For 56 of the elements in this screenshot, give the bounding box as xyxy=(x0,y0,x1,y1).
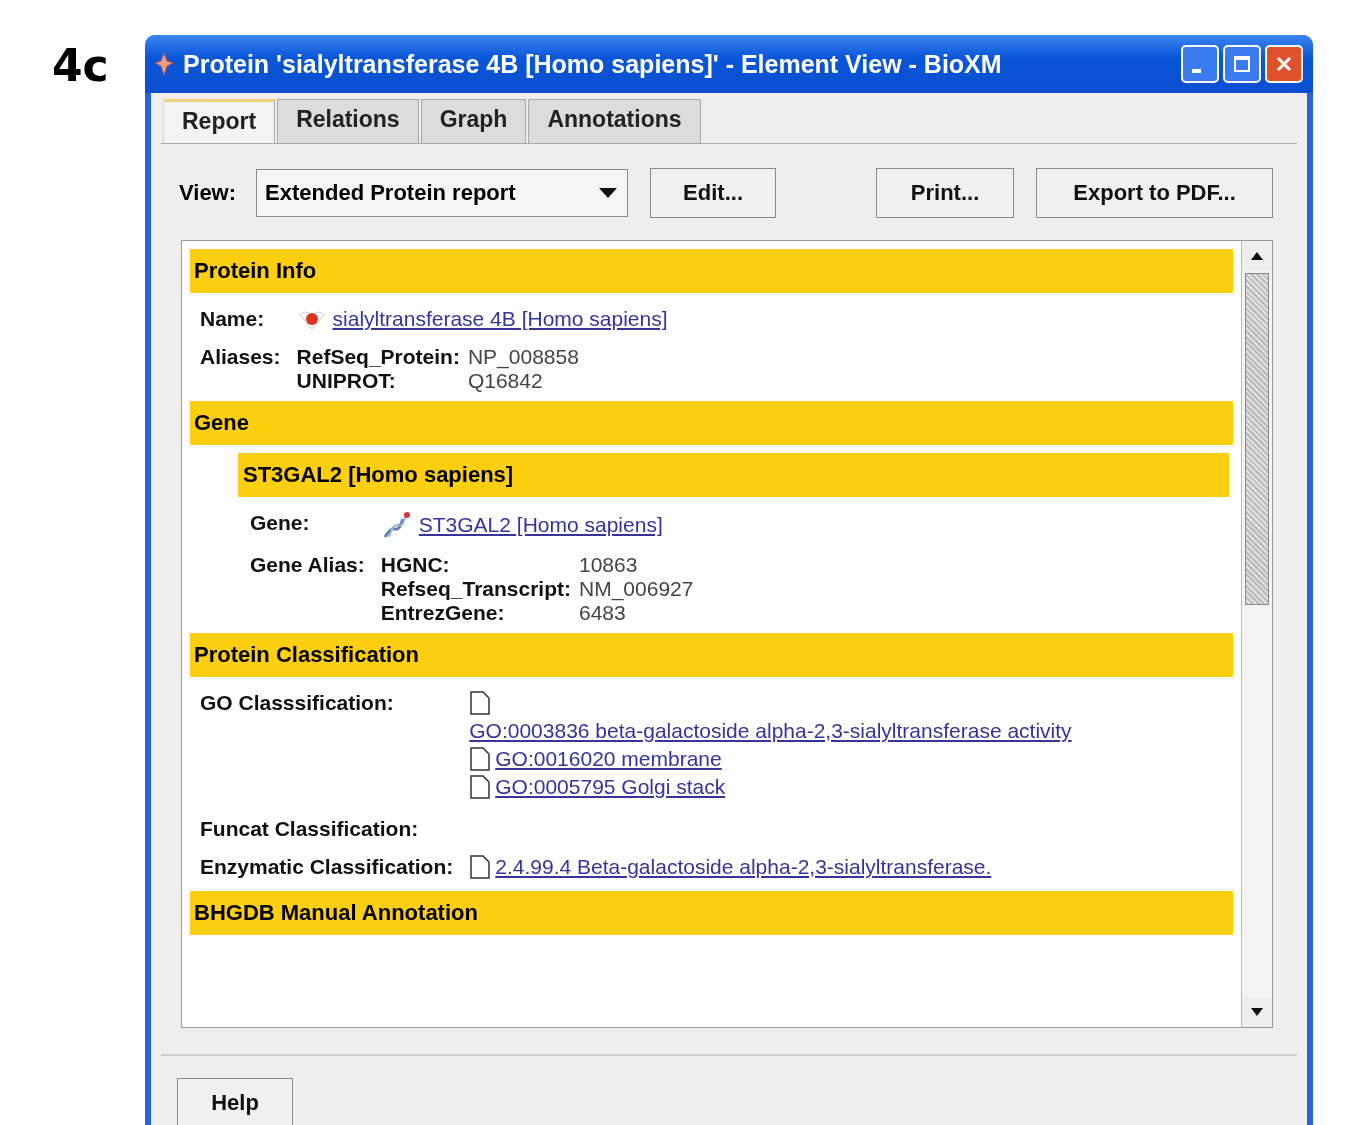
minimize-icon xyxy=(1191,69,1201,73)
subsection-header: ST3GAL2 [Homo sapiens] xyxy=(238,453,1229,497)
scrollbar[interactable] xyxy=(1241,241,1272,1027)
tab[interactable]: Report xyxy=(163,99,276,143)
maximize-button[interactable] xyxy=(1223,45,1261,83)
classification-link[interactable]: GO:0005795 Golgi stack xyxy=(495,775,726,799)
tab[interactable]: Relations xyxy=(277,99,419,143)
scroll-thumb[interactable] xyxy=(1245,273,1269,605)
protein-link[interactable]: sialyltransferase 4B [Homo sapiens] xyxy=(332,307,668,331)
section-header: Protein Classification xyxy=(190,633,1233,677)
app-icon xyxy=(153,51,175,77)
scroll-up-icon[interactable] xyxy=(1251,252,1263,260)
tab[interactable]: Annotations xyxy=(528,99,701,143)
alias-value: NP_008858 xyxy=(467,345,580,369)
document-icon xyxy=(469,747,492,771)
view-label: View: xyxy=(179,180,237,206)
document-icon xyxy=(469,775,492,799)
toolbar-button[interactable]: Print... xyxy=(876,168,1015,218)
field-label: Gene Alias: xyxy=(250,553,365,577)
gene-link[interactable]: ST3GAL2 [Homo sapiens] xyxy=(418,513,663,537)
window-title: Protein 'sialyltransferase 4B [Homo sapiens]' - Element View - BioXM xyxy=(183,49,1003,79)
alias-key: UNIPROT: xyxy=(296,369,460,393)
classification-link[interactable]: GO:0016020 membrane xyxy=(495,747,722,771)
document-icon xyxy=(469,691,492,715)
field-label: Name: xyxy=(200,307,266,331)
classification-link[interactable]: 2.4.99.4 Beta-galactoside alpha-2,3-sialyltransferase. xyxy=(495,855,992,879)
scroll-down-icon[interactable] xyxy=(1251,1008,1263,1016)
alias-value: 10863 xyxy=(579,553,639,577)
alias-key: HGNC: xyxy=(380,553,571,577)
section-header: BHGDB Manual Annotation xyxy=(190,891,1233,935)
help-button[interactable]: Help xyxy=(177,1078,293,1125)
classification-link[interactable]: GO:0003836 beta-galactoside alpha-2,3-sialyltransferase activity xyxy=(469,719,1072,743)
field-label: Enzymatic Classification: xyxy=(200,855,454,879)
toolbar-button[interactable]: Export to PDF... xyxy=(1036,168,1274,218)
alias-value: 6483 xyxy=(579,601,627,625)
figure-label: 4c xyxy=(52,40,110,93)
field-label: Gene: xyxy=(250,511,311,535)
alias-value: Q16842 xyxy=(467,369,544,393)
toolbar-button[interactable]: Edit... xyxy=(650,168,777,218)
field-label: GO Classsification: xyxy=(200,691,395,715)
alias-value: NM_006927 xyxy=(579,577,695,601)
alias-key: Refseq_Transcript: xyxy=(380,577,571,601)
alias-key: RefSeq_Protein: xyxy=(296,345,460,369)
alias-key: EntrezGene: xyxy=(380,601,571,625)
maximize-icon xyxy=(1233,55,1251,73)
minimize-button[interactable] xyxy=(1181,45,1219,83)
section-header: Gene xyxy=(190,401,1233,445)
field-label: Funcat Classification: xyxy=(200,817,420,841)
view-dropdown[interactable]: Extended Protein report xyxy=(256,169,629,217)
section-header: Protein Info xyxy=(190,249,1233,293)
document-icon xyxy=(469,855,492,879)
tab[interactable]: Graph xyxy=(420,99,527,143)
close-icon xyxy=(1275,55,1293,73)
field-label: Aliases: xyxy=(200,345,281,369)
caret-icon xyxy=(599,188,618,198)
close-button[interactable] xyxy=(1265,45,1303,83)
